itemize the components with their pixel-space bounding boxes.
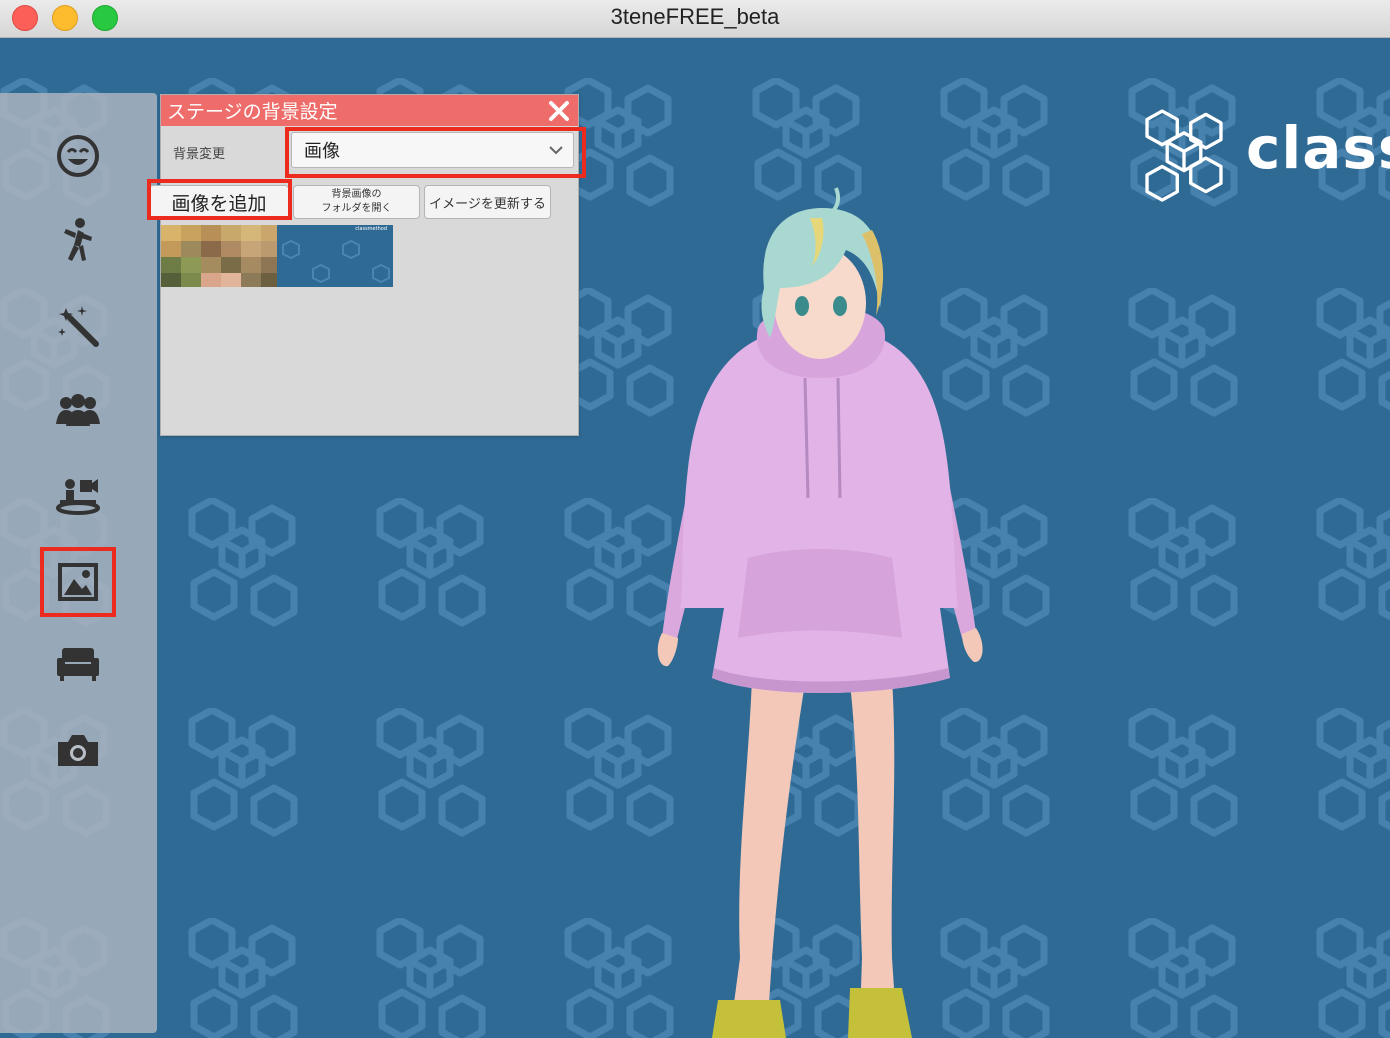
open-background-folder-button[interactable]: 背景画像の フォルダを開く [293,185,420,219]
refresh-images-label: イメージを更新する [429,196,546,212]
open-folder-label-line2: フォルダを開く [321,203,392,214]
title-bar: 3teneFREE_beta [0,0,1390,38]
brand-logo-icon [1145,109,1223,202]
background-settings-panel: ステージの背景設定 背景変更 画像 画像を追加 背景画像の フォルダを開く イメ… [147,94,586,436]
brand-logo: class [1142,94,1390,202]
sofa-icon [57,648,99,681]
avatar-character[interactable] [640,138,1000,1038]
pose-icon [64,218,92,261]
background-type-select[interactable]: 画像 [291,132,574,168]
background-thumbnail-2[interactable]: classmethod [277,225,393,287]
sidebar-item-background[interactable] [40,547,116,617]
people-icon [56,394,100,426]
add-image-label: 画像を追加 [171,192,267,215]
chevron-down-icon [549,146,563,155]
add-image-button[interactable]: 画像を追加 [149,185,289,219]
pixelated-image [161,225,277,287]
camera-icon [58,735,98,766]
camera-setup-icon [56,479,100,515]
sidebar-item-capture[interactable] [42,717,114,783]
sidebar-item-effects[interactable] [42,293,114,359]
background-type-value: 画像 [304,141,340,162]
window-title: 3teneFREE_beta [610,4,780,29]
background-thumbnail-1[interactable] [161,225,277,287]
open-folder-label-line1: 背景画像の [331,189,382,200]
refresh-images-button[interactable]: イメージを更新する [424,185,551,219]
sidebar-item-camera-setup[interactable] [42,463,114,529]
sidebar-item-face[interactable] [42,123,114,189]
thumbnail-caption: classmethod [355,226,387,232]
sidebar-item-pose[interactable] [42,207,114,273]
effects-icon [58,306,99,347]
sidebar-item-people[interactable] [42,377,114,443]
image-icon [58,563,98,601]
panel-title: ステージの背景設定 [167,101,338,123]
panel-header: ステージの背景設定 [161,95,578,126]
face-icon [57,135,99,177]
sidebar-item-furniture[interactable] [42,631,114,697]
pattern-image [282,239,390,284]
close-icon [549,100,569,121]
panel-close-button[interactable] [546,98,572,124]
background-change-label: 背景変更 [173,147,226,162]
brand-logo-text: class [1246,114,1390,182]
